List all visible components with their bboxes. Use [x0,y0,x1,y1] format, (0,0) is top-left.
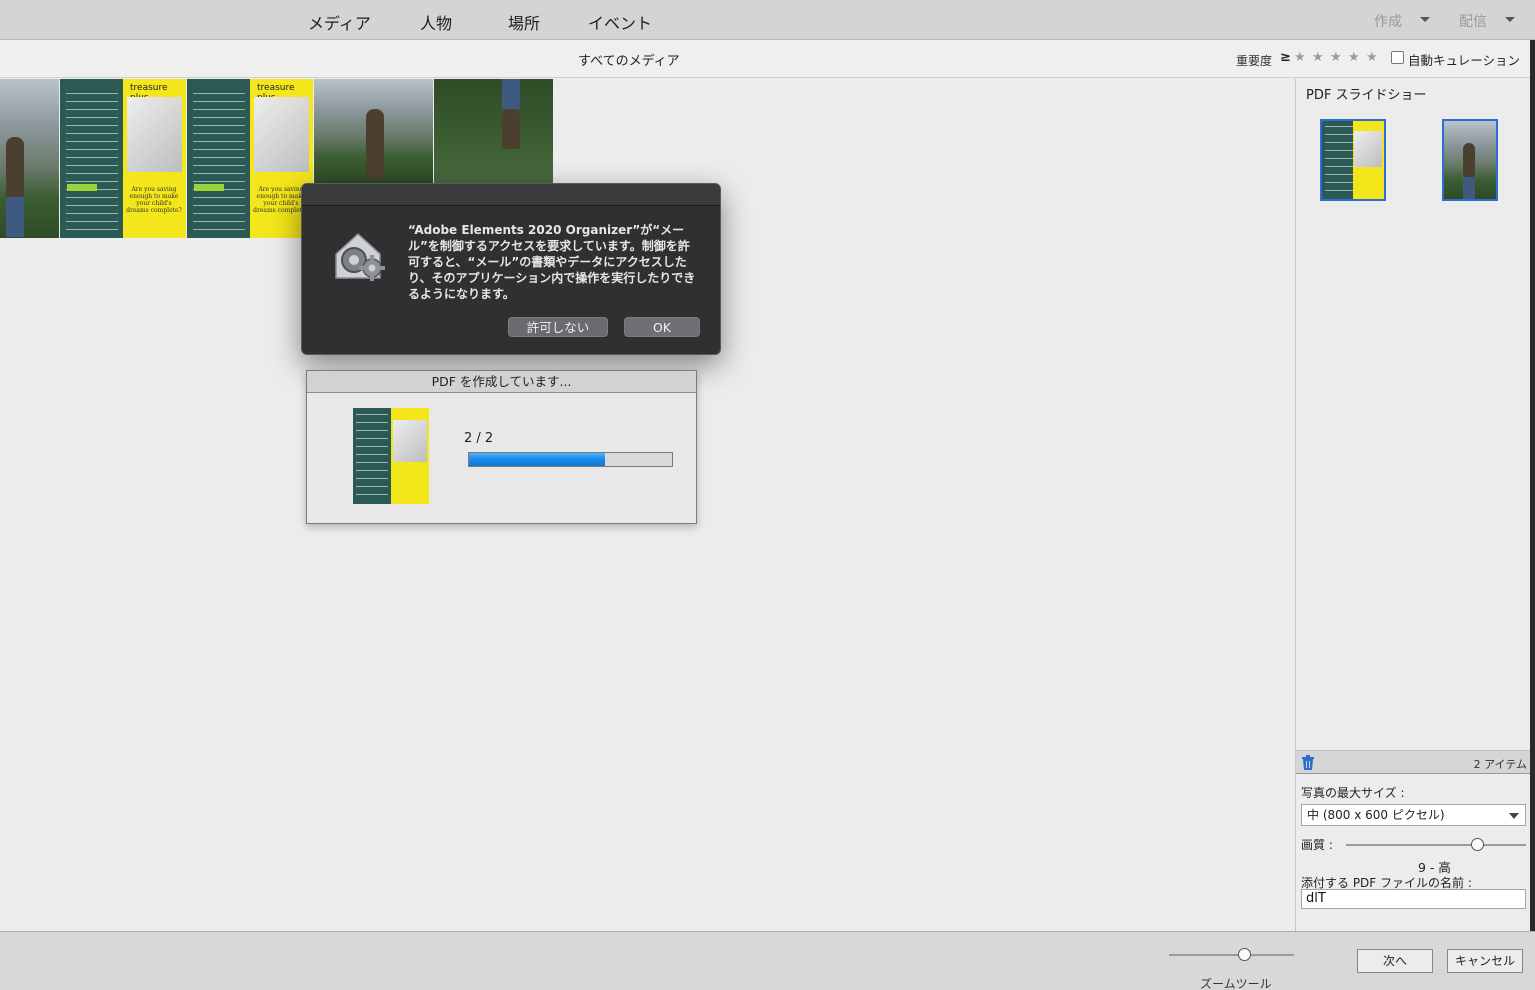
person-figure [366,109,384,179]
share-menu-button[interactable]: 配信 [1459,11,1487,31]
filename-input[interactable]: dlT [1301,889,1526,909]
item-count: 2 アイテム [1473,758,1527,771]
panel-footer: 2 アイテム [1296,750,1531,774]
person-figure [502,109,520,149]
max-size-label: 写真の最大サイズ : [1301,786,1405,800]
slide-thumbnail[interactable] [1442,119,1498,201]
progress-bar-fill [469,453,605,466]
next-button[interactable]: 次へ [1357,949,1433,973]
view-title: すべてのメディア [578,54,680,69]
progress-count: 2 / 2 [464,431,494,446]
share-chevron-down-icon[interactable] [1505,17,1515,22]
chevron-down-icon [1509,813,1519,819]
person-figure [502,79,520,109]
zoom-slider-handle[interactable] [1238,948,1251,961]
nav-tab-places[interactable]: 場所 [508,10,540,34]
rating-filter-label: 重要度 [1236,54,1273,68]
create-menu-button[interactable]: 作成 [1374,11,1402,31]
progress-title: PDF を作成しています... [307,371,696,393]
slide-thumbnail[interactable] [1320,119,1386,201]
panel-title: PDF スライドショー [1306,88,1427,103]
zoom-tool-label: ズームツール [1200,977,1272,990]
top-nav: メディア 人物 場所 イベント 作成 配信 [0,0,1535,40]
pdf-progress-dialog: PDF を作成しています... 2 / 2 [306,370,697,524]
media-thumbnail-flyer[interactable]: treasure plus Are you saving enough to m… [187,79,313,238]
flyer-slogan: Are you saving enough to make your child… [126,186,182,214]
rating-operator[interactable]: ≥ [1280,50,1291,65]
media-subheader: すべてのメディア 重要度 ≥ ★ ★ ★ ★ ★ 自動キュレーション [0,40,1530,78]
flyer-image [254,97,309,172]
person-figure [1463,177,1475,199]
automation-gear-icon [330,226,390,286]
flyer-text-lines [193,93,245,233]
nav-tab-people[interactable]: 人物 [420,10,452,34]
dialog-titlebar [302,184,720,206]
flyer-badge [67,184,97,191]
deny-button[interactable]: 許可しない [508,317,608,337]
nav-tab-events[interactable]: イベント [588,10,652,34]
auto-curate-label[interactable]: 自動キュレーション [1408,50,1520,69]
max-size-value: 中 (800 x 600 ピクセル) [1307,808,1445,822]
max-size-select[interactable]: 中 (800 x 600 ピクセル) [1301,804,1526,826]
flyer-badge [194,184,224,191]
flyer-image [1354,131,1382,167]
media-thumbnail-photo[interactable] [0,79,59,238]
quality-label: 画質 : [1301,838,1333,852]
media-thumbnail-flyer[interactable]: treasure plus Are you saving enough to m… [60,79,186,238]
trash-icon[interactable] [1301,755,1315,770]
rating-star-icon[interactable]: ★ [1366,50,1378,65]
zoom-slider-track[interactable] [1169,954,1294,956]
flyer-text-lines [1325,126,1353,196]
dialog-message: “Adobe Elements 2020 Organizer”が“メール”を制御… [408,223,696,301]
quality-slider-handle[interactable] [1471,838,1485,851]
flyer-image [393,420,427,462]
nav-tab-media[interactable]: メディア [308,10,371,34]
bottom-toolbar: ズームツール 次へ キャンセル [0,931,1535,990]
media-thumbnail-photo[interactable] [434,79,553,183]
window-edge [1530,40,1535,931]
create-chevron-down-icon[interactable] [1420,17,1430,22]
rating-star-icon[interactable]: ★ [1348,50,1360,65]
media-thumbnail-photo[interactable] [314,79,433,183]
pdf-slideshow-panel: PDF スライドショー 2 アイテム 写真の最大サイズ : 中 (800 x 6… [1295,79,1531,931]
person-figure [1463,143,1475,177]
permission-dialog: “Adobe Elements 2020 Organizer”が“メール”を制御… [301,183,721,355]
quality-slider-track[interactable] [1346,844,1526,846]
cancel-button[interactable]: キャンセル [1447,949,1523,973]
ok-button[interactable]: OK [624,317,700,337]
flyer-image [127,97,182,172]
progress-preview-thumbnail [353,408,429,504]
rating-star-icon[interactable]: ★ [1294,50,1306,65]
progress-bar [468,452,673,467]
auto-curate-checkbox[interactable] [1391,51,1404,64]
rating-star-icon[interactable]: ★ [1330,50,1342,65]
rating-star-icon[interactable]: ★ [1312,50,1324,65]
flyer-text-lines [66,93,118,233]
person-figure [6,197,24,237]
flyer-text-lines [356,414,388,498]
